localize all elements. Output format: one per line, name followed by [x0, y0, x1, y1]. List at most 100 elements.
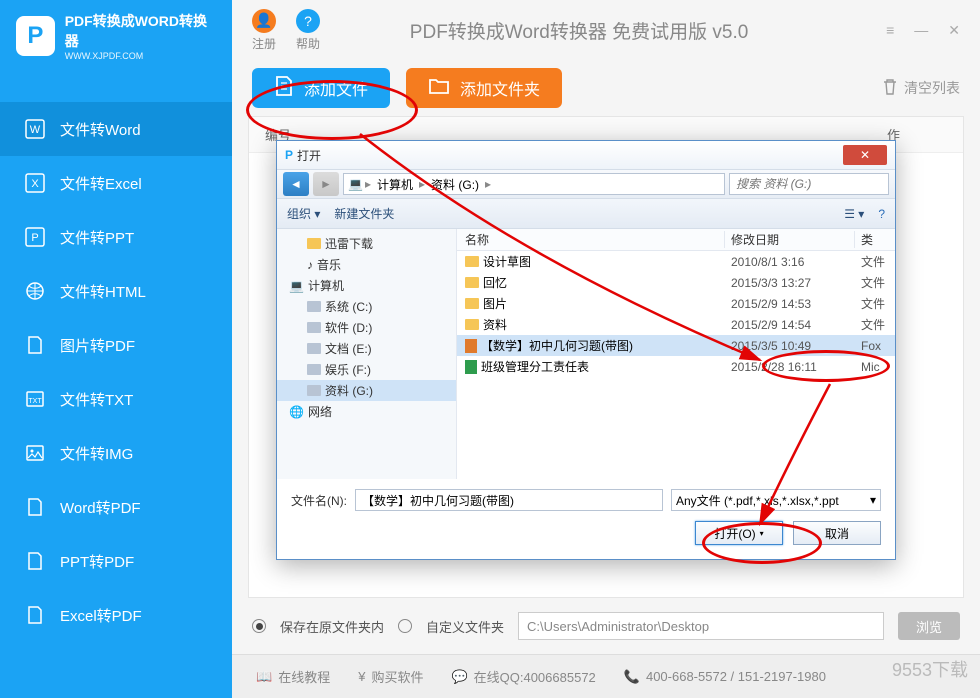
list-item[interactable]: 设计草图2010/8/1 3:16文件	[457, 251, 895, 272]
open-file-dialog: P 打开 ✕ ◄ ► 💻 ▸ 计算机 ▸ 资料 (G:) ▸ 组织 ▾ 新建文件…	[276, 140, 896, 560]
file-filter-select[interactable]: Any文件 (*.pdf,*.xls,*.xlsx,*.ppt▾	[671, 489, 881, 511]
nav-file-to-img[interactable]: 文件转IMG	[0, 426, 232, 480]
browse-button[interactable]: 浏览	[898, 612, 960, 640]
tree-item[interactable]: 系统 (C:)	[277, 296, 456, 317]
pdf-file-icon	[465, 339, 477, 353]
organize-menu[interactable]: 组织 ▾	[287, 205, 320, 222]
view-icon[interactable]: ☰ ▾	[844, 207, 864, 221]
watermark: 9553下载	[892, 656, 968, 682]
nav-ppt-to-pdf[interactable]: PPT转PDF	[0, 534, 232, 588]
radio-original-folder[interactable]	[252, 619, 266, 633]
cancel-button[interactable]: 取消	[793, 521, 881, 545]
svg-text:X: X	[31, 178, 39, 190]
filename-label: 文件名(N):	[291, 492, 347, 509]
pdf-icon	[24, 550, 46, 572]
txt-icon: TXT	[24, 388, 46, 410]
window-title: PDF转换成Word转换器 免费试用版 v5.0	[340, 17, 878, 44]
search-input[interactable]	[729, 173, 889, 195]
dialog-close-button[interactable]: ✕	[843, 145, 887, 165]
back-button[interactable]: ◄	[283, 172, 309, 196]
phone-link[interactable]: 📞 400-668-5572 / 151-2197-1980	[624, 669, 826, 685]
folder-icon	[465, 319, 479, 330]
add-folder-button[interactable]: 添加文件夹	[406, 68, 562, 108]
menu-button[interactable]: ≡	[886, 22, 894, 39]
tree-item[interactable]: 娱乐 (F:)	[277, 359, 456, 380]
nav: W 文件转Word X 文件转Excel P 文件转PPT 文件转HTML 图片…	[0, 102, 232, 642]
register-button[interactable]: 👤 注册	[252, 9, 276, 52]
tree-item[interactable]: 💻计算机	[277, 275, 456, 296]
nav-label: 文件转TXT	[60, 389, 133, 410]
filename-input[interactable]	[355, 489, 663, 511]
chat-icon: 💬	[451, 669, 467, 685]
new-folder-button[interactable]: 新建文件夹	[334, 205, 394, 222]
tree-item[interactable]: 软件 (D:)	[277, 317, 456, 338]
nav-file-to-html[interactable]: 文件转HTML	[0, 264, 232, 318]
nav-file-to-txt[interactable]: TXT 文件转TXT	[0, 372, 232, 426]
html-icon	[24, 280, 46, 302]
footer: 📖 在线教程 ¥ 购买软件 💬 在线QQ:4006685572 📞 400-66…	[232, 654, 980, 698]
nav-label: Excel转PDF	[60, 605, 142, 626]
nav-excel-to-pdf[interactable]: Excel转PDF	[0, 588, 232, 642]
help-icon: ?	[296, 9, 320, 33]
network-icon: 🌐	[289, 405, 304, 419]
help-icon[interactable]: ?	[878, 207, 885, 221]
sidebar: P PDF转换成WORD转换器 WWW.XJPDF.COM W 文件转Word …	[0, 0, 232, 698]
svg-text:TXT: TXT	[28, 398, 42, 405]
book-icon: 📖	[256, 669, 272, 685]
help-button[interactable]: ? 帮助	[296, 9, 320, 52]
forward-button[interactable]: ►	[313, 172, 339, 196]
dialog-titlebar: P 打开 ✕	[277, 141, 895, 169]
folder-tree[interactable]: 迅雷下载♪音乐💻计算机系统 (C:)软件 (D:)文档 (E:)娱乐 (F:)资…	[277, 229, 457, 479]
col-type[interactable]: 类	[855, 231, 895, 248]
tree-item[interactable]: 资料 (G:)	[277, 380, 456, 401]
add-file-button[interactable]: 添加文件	[252, 68, 390, 108]
excel-file-icon	[465, 360, 477, 374]
dialog-toolbar: 组织 ▾ 新建文件夹 ☰ ▾ ?	[277, 199, 895, 229]
close-button[interactable]: ✕	[948, 22, 960, 39]
list-item[interactable]: 资料2015/2/9 14:54文件	[457, 314, 895, 335]
buy-link[interactable]: ¥ 购买软件	[358, 667, 423, 686]
tree-item[interactable]: ♪音乐	[277, 254, 456, 275]
nav-word-to-pdf[interactable]: Word转PDF	[0, 480, 232, 534]
breadcrumb[interactable]: 💻 ▸ 计算机 ▸ 资料 (G:) ▸	[343, 173, 725, 195]
folder-icon	[428, 77, 450, 100]
user-icon: 👤	[252, 9, 276, 33]
file-list: 名称 修改日期 类 设计草图2010/8/1 3:16文件回忆2015/3/3 …	[457, 229, 895, 479]
radio-custom-folder[interactable]	[398, 619, 412, 633]
drive-icon	[307, 343, 321, 354]
tree-item[interactable]: 文档 (E:)	[277, 338, 456, 359]
output-path-input[interactable]	[518, 612, 884, 640]
nav-file-to-word[interactable]: W 文件转Word	[0, 102, 232, 156]
excel-icon: X	[24, 172, 46, 194]
nav-label: 文件转IMG	[60, 443, 133, 464]
toolbar: 添加文件 添加文件夹 清空列表	[232, 60, 980, 116]
qq-link[interactable]: 💬 在线QQ:4006685572	[451, 667, 595, 686]
nav-img-to-pdf[interactable]: 图片转PDF	[0, 318, 232, 372]
file-icon	[274, 75, 294, 102]
nav-label: PPT转PDF	[60, 551, 134, 572]
drive-icon	[307, 301, 321, 312]
nav-label: 文件转HTML	[60, 281, 146, 302]
app-small-icon: P	[285, 148, 293, 162]
list-item[interactable]: 图片2015/2/9 14:53文件	[457, 293, 895, 314]
minimize-button[interactable]: —	[914, 22, 928, 39]
list-item[interactable]: 班级管理分工责任表2015/2/28 16:11Mic	[457, 356, 895, 377]
col-op: 作	[887, 125, 947, 144]
nav-file-to-ppt[interactable]: P 文件转PPT	[0, 210, 232, 264]
col-name[interactable]: 名称	[457, 231, 725, 248]
clear-list-button[interactable]: 清空列表	[882, 78, 960, 99]
nav-file-to-excel[interactable]: X 文件转Excel	[0, 156, 232, 210]
col-date[interactable]: 修改日期	[725, 231, 855, 248]
list-item[interactable]: 【数学】初中几何习题(带图)2015/3/5 10:49Fox	[457, 335, 895, 356]
logo-icon: P	[16, 16, 55, 56]
tutorial-link[interactable]: 📖 在线教程	[256, 667, 330, 686]
open-button[interactable]: 打开(O) ▾	[695, 521, 783, 545]
app-title: PDF转换成WORD转换器	[65, 11, 216, 51]
computer-icon: 💻	[348, 177, 363, 191]
tree-item[interactable]: 迅雷下载	[277, 233, 456, 254]
computer-icon: 💻	[289, 279, 304, 293]
trash-icon	[882, 78, 898, 99]
tree-item[interactable]: 🌐网络	[277, 401, 456, 422]
folder-icon	[465, 298, 479, 309]
list-item[interactable]: 回忆2015/3/3 13:27文件	[457, 272, 895, 293]
